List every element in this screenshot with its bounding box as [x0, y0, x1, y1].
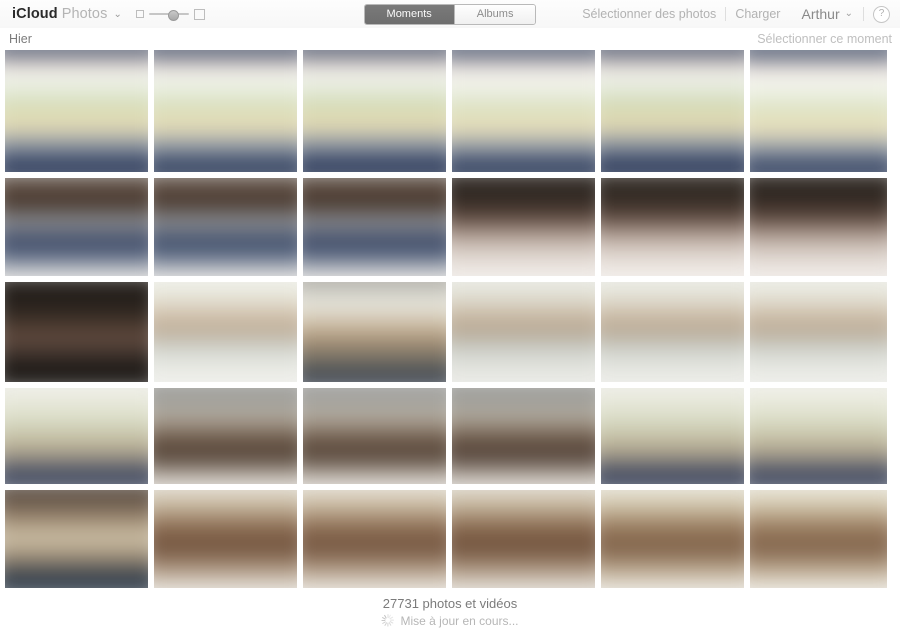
photo-thumbnail[interactable] — [452, 490, 595, 588]
tab-albums[interactable]: Albums — [454, 5, 536, 24]
sync-status-label: Mise à jour en cours... — [400, 613, 519, 628]
photo-thumbnail[interactable] — [601, 178, 744, 276]
top-toolbar: iCloud Photos ⌄ Moments Albums Sélectionne… — [0, 0, 900, 28]
photo-thumbnail[interactable] — [5, 50, 148, 172]
photo-thumbnail-image — [303, 178, 446, 276]
chevron-down-icon[interactable]: ⌄ — [113, 9, 121, 20]
photo-thumbnail-image — [5, 388, 148, 484]
photo-thumbnail[interactable] — [452, 50, 595, 172]
photo-grid-row — [5, 178, 895, 276]
small-thumbnail-icon[interactable] — [135, 10, 144, 18]
photo-thumbnail-image — [5, 50, 148, 172]
photo-thumbnail[interactable] — [601, 388, 744, 484]
chevron-down-icon: ⌄ — [844, 7, 853, 19]
brand-icloud-label: iCloud — [12, 5, 58, 22]
photo-thumbnail[interactable] — [452, 388, 595, 484]
photo-grid-row — [5, 50, 895, 172]
sync-status: Mise à jour en cours... — [381, 613, 519, 628]
photo-thumbnail[interactable] — [154, 388, 297, 484]
photo-thumbnail[interactable] — [154, 178, 297, 276]
photo-thumbnail[interactable] — [154, 490, 297, 588]
photo-grid-row — [5, 490, 895, 588]
photo-thumbnail-image — [303, 282, 446, 382]
icloud-photos-app: iCloud Photos ⌄ Moments Albums Sélectionne… — [0, 0, 900, 636]
photo-thumbnail-image — [750, 50, 887, 172]
photo-thumbnail-image — [5, 282, 148, 382]
photo-thumbnail[interactable] — [5, 388, 148, 484]
large-thumbnail-icon[interactable] — [193, 8, 205, 20]
photo-thumbnail[interactable] — [5, 178, 148, 276]
photo-thumbnail[interactable] — [303, 490, 446, 588]
account-menu[interactable]: Arthur ⌄ — [789, 6, 863, 22]
photo-thumbnail-image — [452, 490, 595, 588]
photo-thumbnail-image — [601, 388, 744, 484]
photo-thumbnail-image — [5, 490, 148, 588]
library-footer: 27731 photos et vidéos Mise à jour en co… — [0, 595, 900, 633]
loading-spinner-icon — [381, 614, 395, 627]
photo-thumbnail[interactable] — [303, 388, 446, 484]
photo-thumbnail-image — [303, 388, 446, 484]
photo-thumbnail-image — [5, 178, 148, 276]
account-name-label: Arthur — [801, 6, 840, 22]
photo-thumbnail[interactable] — [750, 282, 887, 382]
photo-thumbnail-image — [303, 50, 446, 172]
photo-thumbnail[interactable] — [154, 50, 297, 172]
photo-thumbnail-image — [452, 282, 595, 382]
photo-thumbnail[interactable] — [303, 50, 446, 172]
photo-thumbnail[interactable] — [154, 282, 297, 382]
photo-thumbnail-image — [452, 178, 595, 276]
photo-thumbnail-image — [452, 50, 595, 172]
upload-button[interactable]: Charger — [726, 7, 789, 21]
slider-track[interactable] — [148, 9, 189, 21]
photo-thumbnail-image — [452, 388, 595, 484]
moment-header: Hier Sélectionner ce moment — [0, 28, 900, 50]
help-icon[interactable]: ? — [873, 5, 890, 23]
photo-grid-row — [5, 282, 895, 382]
photo-thumbnail-image — [154, 282, 297, 382]
photo-thumbnail[interactable] — [601, 50, 744, 172]
toolbar-left-group: iCloud Photos ⌄ — [12, 7, 205, 22]
photo-thumbnail[interactable] — [5, 282, 148, 382]
photo-thumbnail[interactable] — [750, 388, 887, 484]
photo-thumbnail-image — [154, 388, 297, 484]
photo-thumbnail-image — [750, 490, 887, 588]
photo-thumbnail-image — [601, 490, 744, 588]
photo-thumbnail-image — [601, 282, 744, 382]
toolbar-right-group: Sélectionner des photos Charger Arthur ⌄… — [573, 5, 890, 23]
select-moment-button[interactable]: Sélectionner ce moment — [757, 32, 892, 46]
tab-moments[interactable]: Moments — [364, 5, 455, 24]
photo-thumbnail[interactable] — [452, 178, 595, 276]
photo-thumbnail[interactable] — [750, 178, 887, 276]
select-photos-button[interactable]: Sélectionner des photos — [573, 7, 725, 21]
photo-thumbnail[interactable] — [601, 490, 744, 588]
photo-thumbnail-image — [750, 282, 887, 382]
photo-thumbnail[interactable] — [601, 282, 744, 382]
photo-thumbnail-image — [154, 178, 297, 276]
photo-thumbnail[interactable] — [452, 282, 595, 382]
moment-title: Hier — [9, 32, 32, 46]
photo-thumbnail[interactable] — [750, 50, 887, 172]
slider-knob[interactable] — [167, 9, 179, 21]
photo-thumbnail-image — [601, 178, 744, 276]
photo-thumbnail[interactable] — [750, 490, 887, 588]
brand-photos-label: Photos — [61, 5, 108, 22]
photo-thumbnail-image — [601, 50, 744, 172]
photo-thumbnail[interactable] — [303, 178, 446, 276]
toolbar-divider — [863, 7, 864, 21]
thumbnail-size-slider[interactable] — [135, 8, 205, 21]
photo-thumbnail[interactable] — [5, 490, 148, 588]
photo-thumbnail-image — [154, 490, 297, 588]
photo-grid — [0, 50, 900, 588]
icloud-photos-brand[interactable]: iCloud Photos ⌄ — [12, 7, 122, 22]
photo-thumbnail-image — [750, 388, 887, 484]
photo-thumbnail-image — [303, 490, 446, 588]
photo-count-label: 27731 photos et vidéos — [382, 595, 518, 611]
photo-thumbnail-image — [154, 50, 297, 172]
photo-thumbnail[interactable] — [303, 282, 446, 382]
photo-thumbnail-image — [750, 178, 887, 276]
photo-grid-row — [5, 388, 895, 484]
